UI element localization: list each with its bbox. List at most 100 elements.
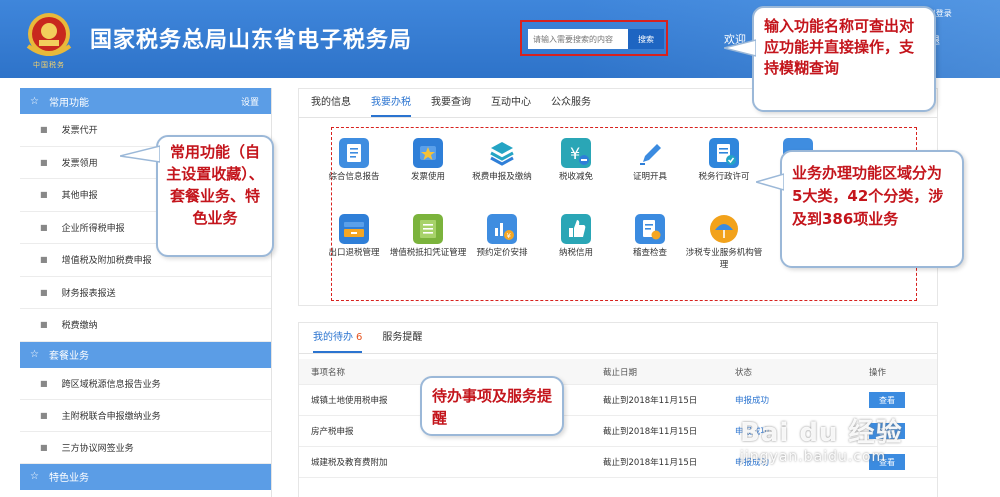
view-button[interactable]: 查看 <box>869 392 905 408</box>
item-name: 城建税及教育费附加 <box>311 458 388 468</box>
business-label: 预约定价安排 <box>476 248 528 258</box>
column-header: 截止日期 <box>603 367 638 378</box>
business-item[interactable]: 证明开具 <box>610 138 690 183</box>
business-label: 税务行政许可 <box>698 172 750 182</box>
document-list-icon <box>339 138 369 168</box>
sidebar-item[interactable]: ■ 三方协议网签业务 <box>20 432 271 464</box>
todo-count-badge: 6 <box>356 332 363 343</box>
section-title: 常用功能 <box>48 97 89 109</box>
sidebar-item-label: 其他申报 <box>61 191 98 202</box>
umbrella-icon <box>709 214 739 244</box>
business-label: 发票使用 <box>410 172 445 182</box>
business-label: 涉税专业服务机构管理 <box>685 248 763 270</box>
sidebar-item-label: 企业所得税申报 <box>61 223 125 234</box>
callout-pointer <box>120 145 160 163</box>
callout-todo: 待办事项及服务提醒 <box>420 376 564 436</box>
section-title: 特色业务 <box>48 473 89 484</box>
sidebar-item-label: 税费缴纳 <box>61 321 98 332</box>
business-label: 增值税抵扣凭证管理 <box>389 248 467 258</box>
watermark-url: jingyan.baidu.com <box>740 449 887 465</box>
site-title: 国家税务总局山东省电子税务局 <box>90 28 413 53</box>
tab-my-todo[interactable]: 我的待办 6 <box>313 323 363 353</box>
business-item[interactable]: 稽查检查 <box>610 214 690 259</box>
tab-query[interactable]: 我要查询 <box>431 89 471 117</box>
item-deadline: 截止到2018年11月15日 <box>603 458 698 468</box>
business-item[interactable]: 增值税抵扣凭证管理 <box>388 214 468 259</box>
baidu-watermark: Bai du 经验 jingyan.baidu.com <box>740 412 903 465</box>
tab-public-service[interactable]: 公众服务 <box>551 89 591 117</box>
chart-yuan-icon: ¥ <box>487 214 517 244</box>
bullet-icon: ■ <box>40 190 48 200</box>
tab-service-reminder[interactable]: 服务提醒 <box>382 323 422 353</box>
column-header: 事项名称 <box>311 367 346 378</box>
sidebar-item-label: 发票领用 <box>61 158 98 169</box>
tab-label: 我的待办 <box>313 332 353 343</box>
bullet-icon: ■ <box>40 442 48 452</box>
search-box-highlight: 搜索 <box>520 20 668 56</box>
sidebar-item[interactable]: ■ 主附税联合申报缴纳业务 <box>20 400 271 432</box>
sidebar-item-label: 三方协议网签业务 <box>61 443 134 454</box>
bullet-icon: ■ <box>40 255 48 265</box>
tabs-divider <box>299 117 937 118</box>
callout-pointer <box>756 173 784 191</box>
thumbs-up-icon <box>561 214 591 244</box>
business-label: 税费申报及缴纳 <box>472 172 532 182</box>
settings-link[interactable]: 设置 <box>241 95 259 108</box>
sidebar-section-common[interactable]: ☆ 常用功能 设置 <box>20 88 271 114</box>
inspection-icon <box>635 214 665 244</box>
sidebar-item[interactable]: ■ 税费缴纳 <box>20 309 271 342</box>
sidebar-item-label: 主附税联合申报缴纳业务 <box>61 411 161 422</box>
todo-panel: 我的待办 6 服务提醒 事项名称 截止日期 状态 操作 城镇土地使用税申报 截止到… <box>298 322 938 497</box>
business-label: 纳税信用 <box>558 248 593 258</box>
business-item[interactable]: 发票使用 <box>388 138 468 183</box>
callout-common-functions: 常用功能（自主设置收藏）、套餐业务、特色业务 <box>156 135 274 257</box>
tab-tax-handling[interactable]: 我要办税 <box>371 89 411 117</box>
approval-document-icon <box>709 138 739 168</box>
sidebar-section-special[interactable]: ☆ 特色业务 <box>20 463 271 490</box>
business-item[interactable]: 纳税信用 <box>536 214 616 259</box>
column-header: 状态 <box>735 367 753 378</box>
tab-label: 服务提醒 <box>382 332 423 343</box>
star-icon: ☆ <box>30 95 39 107</box>
column-header: 操作 <box>869 367 887 378</box>
tax-emblem-icon <box>26 13 72 56</box>
sidebar-item-label: 跨区域税源信息报告业务 <box>61 379 161 390</box>
bullet-icon: ■ <box>40 157 48 167</box>
bullet-icon: ■ <box>40 222 48 232</box>
item-name: 房产税申报 <box>311 427 354 437</box>
bullet-icon: ■ <box>40 378 48 388</box>
bullet-icon: ■ <box>40 320 48 330</box>
watermark-main: Bai du 经验 <box>740 418 903 448</box>
item-name: 城镇土地使用税申报 <box>311 396 388 406</box>
business-item[interactable]: 涉税专业服务机构管理 <box>684 214 764 271</box>
pen-icon <box>635 138 665 168</box>
search-button[interactable]: 搜索 <box>628 29 664 49</box>
sidebar-item-label: 增值税及附加税费申报 <box>61 256 152 267</box>
business-label: 综合信息报告 <box>328 172 380 182</box>
sidebar-item[interactable]: ■ 跨区域税源信息报告业务 <box>20 368 271 400</box>
item-status[interactable]: 申报成功 <box>735 385 769 415</box>
sidebar-item[interactable]: ■ 财务报表报送 <box>20 277 271 309</box>
callout-search-tip: 输入功能名称可查出对应功能并直接操作，支持模糊查询 <box>752 6 936 112</box>
business-item[interactable]: 综合信息报告 <box>314 138 394 183</box>
business-item[interactable]: 税务行政许可 <box>684 138 764 183</box>
sidebar-item-label: 财务报表报送 <box>61 288 116 299</box>
business-item[interactable]: ¥ 税收减免 <box>536 138 616 183</box>
sidebar-section-package[interactable]: ☆ 套餐业务 <box>20 341 271 368</box>
todo-tabs: 我的待办 6 服务提醒 <box>313 323 442 353</box>
business-label: 出口退税管理 <box>328 248 380 258</box>
tab-interaction[interactable]: 互动中心 <box>491 89 531 117</box>
export-rebate-icon <box>339 214 369 244</box>
logo-subtitle: 中国税务 <box>33 61 65 69</box>
tab-my-info[interactable]: 我的信息 <box>311 89 351 117</box>
business-item[interactable]: 税费申报及缴纳 <box>462 138 542 183</box>
item-deadline: 截止到2018年11月15日 <box>603 427 698 437</box>
business-item[interactable]: 出口退税管理 <box>314 214 394 259</box>
callout-pointer <box>724 39 756 57</box>
search-input[interactable] <box>528 29 628 49</box>
section-title: 套餐业务 <box>48 351 89 362</box>
business-item[interactable]: ¥ 预约定价安排 <box>462 214 542 259</box>
callout-business-area: 业务办理功能区域分为5大类，42个分类，涉及到386项业务 <box>780 150 964 268</box>
yuan-minus-icon: ¥ <box>561 138 591 168</box>
svg-text:¥: ¥ <box>570 144 580 163</box>
